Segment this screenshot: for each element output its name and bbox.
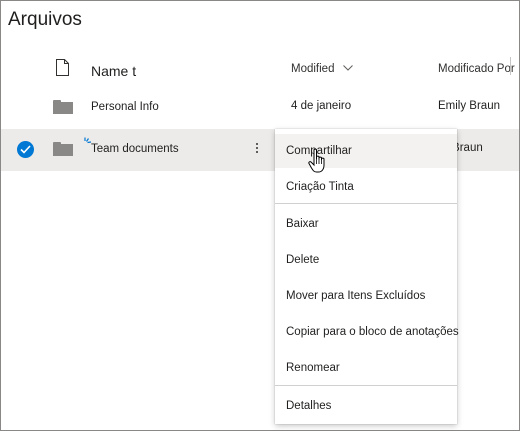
folder-icon xyxy=(53,100,73,114)
menu-item-share[interactable]: Compartilhar xyxy=(275,134,457,168)
document-icon[interactable] xyxy=(56,59,69,76)
chevron-down-icon[interactable] xyxy=(343,64,353,72)
checkmark-icon[interactable] xyxy=(17,141,34,158)
menu-item-move-to-deleted[interactable]: Mover para Itens Excluídos xyxy=(275,279,457,313)
table-row[interactable]: Personal Info 4 de janeiro Emily Braun xyxy=(1,87,519,129)
folder-icon xyxy=(53,142,73,156)
column-header-row: Name t Modified Modificado Por xyxy=(1,53,519,87)
menu-item-copy-to-notebook[interactable]: Copiar para o bloco de anotações xyxy=(275,315,459,349)
column-header-modified[interactable]: Modified xyxy=(291,63,334,75)
menu-item-delete[interactable]: Delete xyxy=(275,243,457,277)
row-modified: 4 de janeiro xyxy=(291,100,352,112)
menu-divider xyxy=(275,203,457,204)
menu-item-download[interactable]: Baixar xyxy=(275,207,457,241)
files-panel: Arquivos Name t Modified Modificado Por … xyxy=(0,0,520,431)
more-options-icon[interactable] xyxy=(253,141,261,157)
row-name-link[interactable]: Team documents xyxy=(91,143,179,155)
column-divider[interactable] xyxy=(510,57,511,75)
checkmark-glyph xyxy=(20,145,31,154)
row-modified-by: Emily Braun xyxy=(438,100,500,112)
menu-item-create-ink[interactable]: Criação Tinta xyxy=(275,170,457,204)
context-menu: Compartilhar Criação Tinta Baixar Delete… xyxy=(275,129,459,424)
row-name-link[interactable]: Personal Info xyxy=(91,101,159,113)
menu-item-details[interactable]: Detalhes xyxy=(275,389,457,423)
column-header-name[interactable]: Name t xyxy=(91,63,136,79)
menu-divider xyxy=(275,385,457,386)
menu-item-rename[interactable]: Renomear xyxy=(275,351,457,385)
page-title: Arquivos xyxy=(8,9,82,30)
column-header-modified-by[interactable]: Modificado Por xyxy=(438,63,515,75)
hand-pointer-icon xyxy=(308,148,325,173)
